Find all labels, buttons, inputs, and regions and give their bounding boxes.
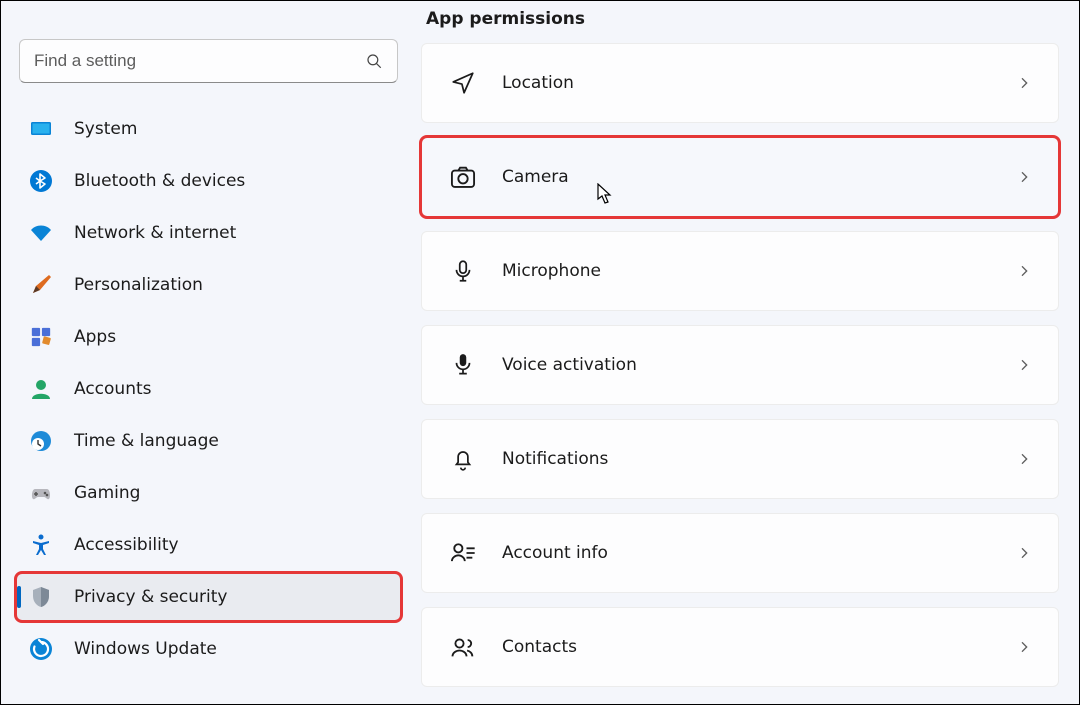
permission-label: Account info: [502, 543, 1016, 563]
sidebar-item-personalization[interactable]: Personalization: [16, 261, 401, 309]
sidebar-item-label: Accessibility: [74, 535, 179, 555]
shield-icon: [28, 584, 54, 610]
permission-label: Location: [502, 73, 1016, 93]
sidebar-item-label: System: [74, 119, 137, 139]
sidebar-item-system[interactable]: System: [16, 105, 401, 153]
system-icon: [28, 116, 54, 142]
account-info-icon: [448, 538, 478, 568]
search-icon: [365, 52, 383, 70]
accounts-icon: [28, 376, 54, 402]
sidebar-item-label: Time & language: [74, 431, 219, 451]
permission-label: Notifications: [502, 449, 1016, 469]
permission-camera[interactable]: Camera: [421, 137, 1059, 217]
permission-label: Microphone: [502, 261, 1016, 281]
chevron-right-icon: [1016, 451, 1032, 467]
section-title: App permissions: [421, 9, 1059, 29]
sidebar-item-label: Gaming: [74, 483, 140, 503]
chevron-right-icon: [1016, 639, 1032, 655]
search-input-container[interactable]: [19, 39, 398, 83]
sidebar-item-label: Personalization: [74, 275, 203, 295]
sidebar-item-privacy-security[interactable]: Privacy & security: [16, 573, 401, 621]
permission-microphone[interactable]: Microphone: [421, 231, 1059, 311]
paintbrush-icon: [28, 272, 54, 298]
main-content: App permissions Location Camera Micropho…: [416, 1, 1079, 704]
sidebar-item-label: Windows Update: [74, 639, 217, 659]
chevron-right-icon: [1016, 545, 1032, 561]
sidebar-item-label: Privacy & security: [74, 587, 228, 607]
chevron-right-icon: [1016, 263, 1032, 279]
permission-label: Contacts: [502, 637, 1016, 657]
chevron-right-icon: [1016, 169, 1032, 185]
sidebar: System Bluetooth & devices Network & int…: [1, 1, 416, 704]
bell-icon: [448, 444, 478, 474]
permission-notifications[interactable]: Notifications: [421, 419, 1059, 499]
apps-icon: [28, 324, 54, 350]
sidebar-item-label: Network & internet: [74, 223, 236, 243]
sidebar-item-label: Apps: [74, 327, 116, 347]
permission-label: Voice activation: [502, 355, 1016, 375]
sidebar-item-windows-update[interactable]: Windows Update: [16, 625, 401, 673]
sidebar-item-bluetooth[interactable]: Bluetooth & devices: [16, 157, 401, 205]
wifi-icon: [28, 220, 54, 246]
microphone-icon: [448, 256, 478, 286]
sidebar-item-label: Accounts: [74, 379, 152, 399]
chevron-right-icon: [1016, 75, 1032, 91]
sidebar-item-gaming[interactable]: Gaming: [16, 469, 401, 517]
accessibility-icon: [28, 532, 54, 558]
location-icon: [448, 68, 478, 98]
sidebar-item-apps[interactable]: Apps: [16, 313, 401, 361]
permission-account-info[interactable]: Account info: [421, 513, 1059, 593]
permission-voice-activation[interactable]: Voice activation: [421, 325, 1059, 405]
sidebar-item-accounts[interactable]: Accounts: [16, 365, 401, 413]
bluetooth-icon: [28, 168, 54, 194]
sidebar-item-network[interactable]: Network & internet: [16, 209, 401, 257]
sidebar-item-accessibility[interactable]: Accessibility: [16, 521, 401, 569]
permission-label: Camera: [502, 167, 1016, 187]
voice-activation-icon: [448, 350, 478, 380]
clock-globe-icon: [28, 428, 54, 454]
permission-location[interactable]: Location: [421, 43, 1059, 123]
camera-icon: [448, 162, 478, 192]
gaming-icon: [28, 480, 54, 506]
sidebar-item-time-language[interactable]: Time & language: [16, 417, 401, 465]
permission-contacts[interactable]: Contacts: [421, 607, 1059, 687]
update-icon: [28, 636, 54, 662]
search-input[interactable]: [34, 51, 365, 71]
sidebar-item-label: Bluetooth & devices: [74, 171, 245, 191]
contacts-icon: [448, 632, 478, 662]
chevron-right-icon: [1016, 357, 1032, 373]
